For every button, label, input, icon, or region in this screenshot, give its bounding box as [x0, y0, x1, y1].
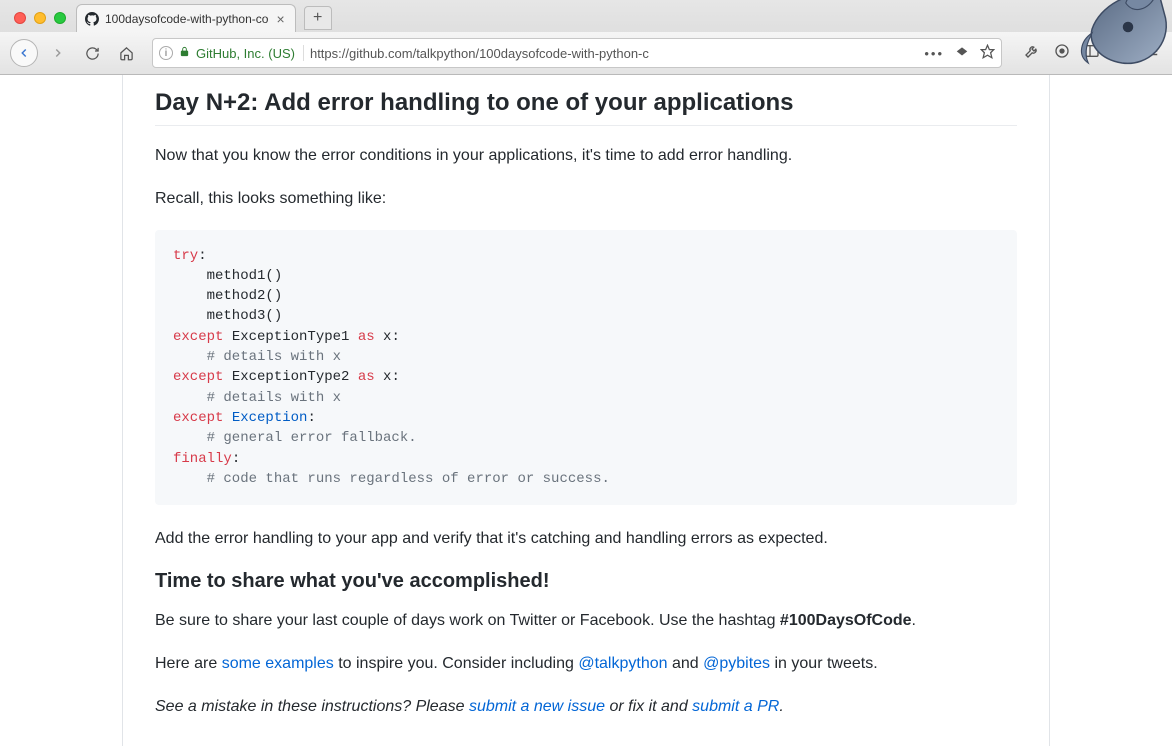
readme-container: Day N+2: Add error handling to one of yo… [122, 75, 1050, 746]
overflow-icon[interactable] [1112, 45, 1132, 62]
code-kw-except: except [173, 329, 223, 345]
tab-strip: 100daysofcode-with-python-co × + [0, 0, 1172, 32]
tab-title: 100daysofcode-with-python-co [105, 12, 268, 26]
link-submit-issue[interactable]: submit a new issue [469, 698, 605, 715]
text: to inspire you. Consider including [334, 655, 579, 672]
url-text: https://github.com/talkpython/100daysofc… [310, 46, 649, 61]
github-favicon-icon [85, 12, 99, 26]
site-identity[interactable]: GitHub, Inc. (US) [179, 45, 304, 61]
code-class: Exception [223, 410, 307, 426]
paragraph-examples: Here are some examples to inspire you. C… [155, 652, 1017, 677]
text: in your tweets. [770, 655, 878, 672]
text: or fix it and [605, 698, 692, 715]
code-type: ExceptionType2 [223, 369, 357, 385]
code-var: x: [375, 369, 400, 385]
page-actions-icon[interactable]: ••• [924, 46, 944, 61]
reader-mode-icon[interactable] [954, 45, 970, 62]
code-kw-except: except [173, 369, 223, 385]
home-button[interactable] [112, 39, 140, 67]
sidebar-icon[interactable] [1082, 43, 1102, 63]
code-comment: # general error fallback. [173, 430, 417, 446]
window-controls [8, 12, 76, 32]
paragraph-verify: Add the error handling to your app and v… [155, 527, 1017, 552]
text: and [668, 655, 704, 672]
paragraph-intro: Now that you know the error conditions i… [155, 144, 1017, 169]
text: Be sure to share your last couple of day… [155, 612, 780, 629]
browser-tab[interactable]: 100daysofcode-with-python-co × [76, 4, 296, 32]
hashtag: #100DaysOfCode [780, 612, 912, 629]
window-minimize-button[interactable] [34, 12, 46, 24]
text: . [779, 698, 783, 715]
code-kw-as: as [358, 329, 375, 345]
extension-icon[interactable] [1052, 43, 1072, 63]
developer-tools-icon[interactable] [1022, 43, 1042, 63]
code-var: x: [375, 329, 400, 345]
section-heading: Day N+2: Add error handling to one of yo… [155, 89, 1017, 126]
code-kw-finally: finally [173, 451, 232, 467]
code-comment: # code that runs regardless of error or … [173, 471, 610, 487]
link-submit-pr[interactable]: submit a PR [692, 698, 779, 715]
window-close-button[interactable] [14, 12, 26, 24]
browser-toolbar: i GitHub, Inc. (US) https://github.com/t… [0, 32, 1172, 74]
paragraph-recall: Recall, this looks something like: [155, 187, 1017, 212]
bookmark-star-icon[interactable] [980, 44, 995, 62]
link-pybites[interactable]: @pybites [703, 655, 770, 672]
code-line: method1() [173, 268, 282, 284]
tab-close-button[interactable]: × [274, 11, 286, 27]
paragraph-share: Be sure to share your last couple of day… [155, 609, 1017, 634]
reload-button[interactable] [78, 39, 106, 67]
address-bar[interactable]: i GitHub, Inc. (US) https://github.com/t… [152, 38, 1002, 68]
info-icon[interactable]: i [159, 46, 173, 60]
new-tab-button[interactable]: + [304, 6, 332, 30]
code-kw-except: except [173, 410, 223, 426]
sub-heading-share: Time to share what you've accomplished! [155, 570, 1017, 593]
code-kw-try: try [173, 248, 198, 264]
forward-button[interactable] [44, 39, 72, 67]
lock-icon [179, 45, 190, 61]
url-actions: ••• [924, 44, 995, 62]
code-comment: # details with x [173, 390, 341, 406]
code-line: method3() [173, 308, 282, 324]
page-viewport[interactable]: Day N+2: Add error handling to one of yo… [0, 75, 1172, 746]
text: Here are [155, 655, 222, 672]
back-button[interactable] [10, 39, 38, 67]
code-type: ExceptionType1 [223, 329, 357, 345]
code-comment: # details with x [173, 349, 341, 365]
toolbar-right [1014, 43, 1162, 63]
text: . [912, 612, 916, 629]
menu-hamburger-icon[interactable] [1142, 44, 1162, 62]
code-kw-as: as [358, 369, 375, 385]
browser-chrome: 100daysofcode-with-python-co × + i GitHu… [0, 0, 1172, 75]
link-some-examples[interactable]: some examples [222, 655, 334, 672]
window-zoom-button[interactable] [54, 12, 66, 24]
identity-org: GitHub, Inc. (US) [196, 46, 295, 61]
code-block: try: method1() method2() method3() excep… [155, 230, 1017, 506]
text: See a mistake in these instructions? Ple… [155, 698, 469, 715]
paragraph-mistake: See a mistake in these instructions? Ple… [155, 695, 1017, 720]
link-talkpython[interactable]: @talkpython [578, 655, 667, 672]
code-line: method2() [173, 288, 282, 304]
